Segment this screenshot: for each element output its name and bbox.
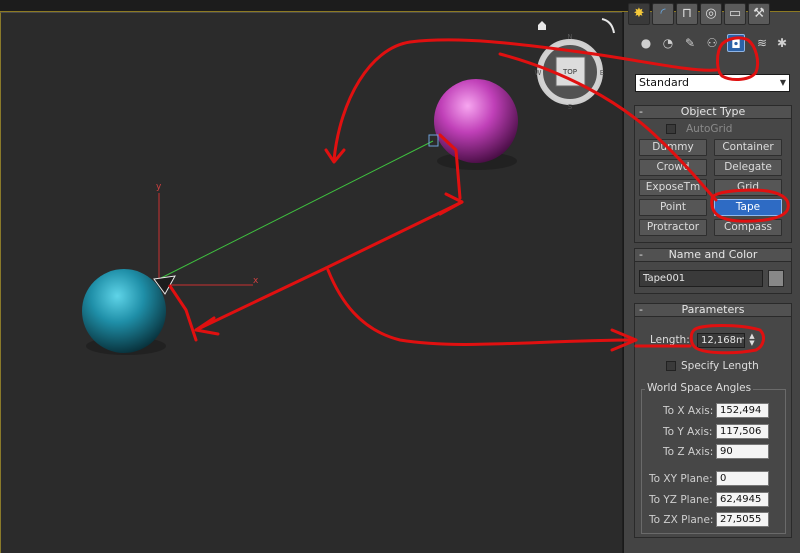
- to-zx-plane-field[interactable]: 27,5055: [716, 512, 769, 527]
- protractor-button[interactable]: Protractor: [639, 219, 707, 236]
- length-label: Length:: [650, 334, 690, 346]
- to-yz-plane-label: To YZ Plane:: [649, 494, 713, 506]
- modify-icon: ◜: [660, 6, 666, 21]
- world-space-angles-title: World Space Angles: [645, 382, 754, 394]
- modify-tab[interactable]: ◜: [652, 3, 674, 25]
- compass-east: E: [600, 69, 604, 77]
- teal-sphere[interactable]: [82, 269, 166, 353]
- to-xy-plane-label: To XY Plane:: [649, 473, 713, 485]
- object-type-rollout-header[interactable]: - Object Type: [634, 105, 792, 119]
- display-tab[interactable]: ▭: [724, 3, 746, 25]
- hierarchy-tab[interactable]: ⊓: [676, 3, 698, 25]
- length-field[interactable]: 12,168m: [697, 333, 745, 348]
- specify-length-label: Specify Length: [681, 360, 759, 372]
- to-x-axis-label: To X Axis:: [663, 405, 714, 417]
- motion-icon: ◎: [705, 6, 717, 21]
- compass-north: N: [567, 33, 572, 41]
- delegate-button[interactable]: Delegate: [714, 159, 782, 176]
- to-zx-plane-label: To ZX Plane:: [649, 514, 714, 526]
- viewcube-face-label[interactable]: TOP: [562, 68, 577, 76]
- viewport-top[interactable]: y x TOP N S W E: [0, 12, 622, 553]
- object-color-swatch[interactable]: [768, 270, 784, 287]
- cameras-icon[interactable]: ⚇: [703, 34, 721, 52]
- motion-tab[interactable]: ◎: [700, 3, 722, 25]
- utilities-icon: ⚒: [753, 6, 765, 21]
- collapse-icon: -: [639, 105, 643, 118]
- to-x-axis-field[interactable]: 152,494: [716, 403, 769, 418]
- viewcube[interactable]: TOP N S W E: [535, 33, 605, 111]
- exposetm-button[interactable]: ExposeTm: [639, 179, 707, 196]
- object-type-title: Object Type: [680, 105, 746, 118]
- viewport-scene: y x TOP N S W E: [82, 18, 615, 355]
- home-icon[interactable]: [538, 21, 546, 30]
- lights-icon[interactable]: ✎: [681, 34, 699, 52]
- dummy-button[interactable]: Dummy: [639, 139, 707, 156]
- orbit-arrow-icon[interactable]: [601, 18, 615, 34]
- length-spinner[interactable]: ▲ ▼: [747, 333, 757, 348]
- to-xy-plane-field[interactable]: 0: [716, 471, 769, 486]
- specify-length-checkbox[interactable]: [666, 361, 676, 371]
- space-warps-icon[interactable]: ≋: [753, 34, 771, 52]
- grid-button[interactable]: Grid: [714, 179, 782, 196]
- tape-button[interactable]: Tape: [714, 199, 782, 216]
- to-z-axis-label: To Z Axis:: [663, 446, 714, 458]
- category-dropdown[interactable]: Standard ▼: [635, 74, 790, 92]
- to-z-axis-field[interactable]: 90: [716, 444, 769, 459]
- magenta-sphere[interactable]: [434, 79, 518, 163]
- compass-west: W: [535, 69, 542, 77]
- object-name-input[interactable]: Tape001: [639, 270, 763, 287]
- helpers-icon[interactable]: ◘: [727, 34, 745, 52]
- to-y-axis-field[interactable]: 117,506: [716, 424, 769, 439]
- hierarchy-icon: ⊓: [681, 6, 693, 21]
- autogrid-checkbox[interactable]: [666, 124, 676, 134]
- point-button[interactable]: Point: [639, 199, 707, 216]
- crowd-button[interactable]: Crowd: [639, 159, 707, 176]
- collapse-icon: -: [639, 248, 643, 261]
- systems-icon[interactable]: ✱: [773, 34, 791, 52]
- compass-south: S: [568, 103, 573, 111]
- autogrid-label: AutoGrid: [686, 123, 733, 135]
- gizmo-x-label: x: [253, 276, 259, 286]
- name-and-color-title: Name and Color: [668, 248, 758, 261]
- display-icon: ▭: [728, 6, 742, 21]
- chevron-down-icon: ▼: [779, 78, 786, 87]
- create-icon: ✸: [633, 6, 645, 21]
- utilities-tab[interactable]: ⚒: [748, 3, 770, 25]
- tape-target[interactable]: [428, 134, 439, 147]
- container-button[interactable]: Container: [714, 139, 782, 156]
- shapes-icon[interactable]: ◔: [659, 34, 677, 52]
- collapse-icon: -: [639, 303, 643, 316]
- parameters-title: Parameters: [681, 303, 745, 316]
- gizmo-y-label: y: [156, 182, 162, 192]
- tape-measure-line[interactable]: [160, 140, 434, 279]
- create-tab[interactable]: ✸: [628, 3, 650, 25]
- name-and-color-rollout-header[interactable]: - Name and Color: [634, 248, 792, 262]
- category-dropdown-value: Standard: [639, 76, 690, 89]
- to-y-axis-label: To Y Axis:: [663, 426, 713, 438]
- to-yz-plane-field[interactable]: 62,4945: [716, 492, 769, 507]
- parameters-rollout-header[interactable]: - Parameters: [634, 303, 792, 317]
- geometry-icon[interactable]: ●: [637, 34, 655, 52]
- compass-button[interactable]: Compass: [714, 219, 782, 236]
